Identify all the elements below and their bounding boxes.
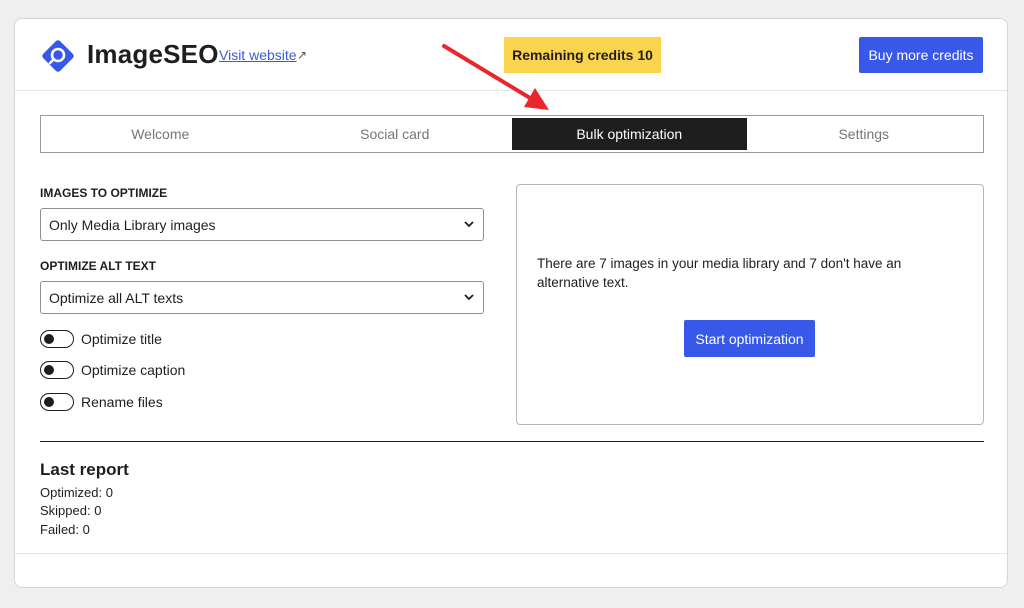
- app-logo-text: ImageSEO: [87, 39, 219, 69]
- remaining-credits-badge: Remaining credits 10: [504, 37, 661, 73]
- optimize-alt-text-value: Optimize all ALT texts: [49, 289, 184, 306]
- buy-more-credits-button[interactable]: Buy more credits: [859, 37, 983, 73]
- optimize-title-label: Optimize title: [81, 331, 162, 347]
- report-skipped: Skipped: 0: [40, 503, 102, 518]
- optimize-title-row: Optimize title: [40, 329, 162, 349]
- rename-files-row: Rename files: [40, 392, 163, 412]
- tab-settings[interactable]: Settings: [747, 118, 982, 150]
- toggle-knob: [44, 334, 54, 344]
- optimization-panel: There are 7 images in your media library…: [516, 184, 984, 425]
- optimize-caption-row: Optimize caption: [40, 360, 185, 380]
- images-to-optimize-label: IMAGES TO OPTIMIZE: [40, 186, 168, 200]
- chevron-down-icon: [464, 294, 474, 301]
- rename-files-toggle[interactable]: [40, 393, 74, 411]
- rename-files-label: Rename files: [81, 394, 163, 410]
- tab-social-card[interactable]: Social card: [278, 118, 513, 150]
- optimize-caption-label: Optimize caption: [81, 362, 186, 378]
- external-link-icon: ↗: [297, 48, 308, 62]
- tab-bulk-optimization[interactable]: Bulk optimization: [512, 118, 747, 150]
- report-optimized: Optimized: 0: [40, 485, 113, 500]
- images-to-optimize-select[interactable]: Only Media Library images: [40, 208, 484, 241]
- tab-bar: Welcome Social card Bulk optimization Se…: [40, 115, 984, 153]
- toggle-knob: [44, 365, 54, 375]
- imageseo-logo-icon[interactable]: [40, 38, 76, 74]
- visit-website-link[interactable]: Visit website: [219, 47, 297, 63]
- chevron-down-icon: [464, 221, 474, 228]
- last-report-title: Last report: [40, 460, 129, 479]
- media-library-status-text: There are 7 images in your media library…: [537, 256, 902, 290]
- tab-welcome[interactable]: Welcome: [43, 118, 278, 150]
- images-to-optimize-value: Only Media Library images: [49, 216, 216, 233]
- optimize-alt-text-select[interactable]: Optimize all ALT texts: [40, 281, 484, 314]
- optimize-alt-text-label: OPTIMIZE ALT TEXT: [40, 259, 156, 273]
- report-failed: Failed: 0: [40, 522, 90, 537]
- footer-divider: [15, 553, 1007, 554]
- start-optimization-button[interactable]: Start optimization: [684, 320, 815, 357]
- section-divider: [40, 441, 984, 442]
- app-header: ImageSEO Visit website ↗ Remaining credi…: [15, 19, 1007, 91]
- settings-card: ImageSEO Visit website ↗ Remaining credi…: [14, 18, 1008, 588]
- toggle-knob: [44, 397, 54, 407]
- optimize-title-toggle[interactable]: [40, 330, 74, 348]
- optimize-caption-toggle[interactable]: [40, 361, 74, 379]
